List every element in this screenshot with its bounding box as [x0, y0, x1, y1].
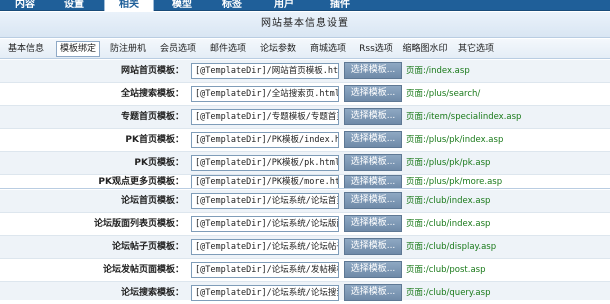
- form-row-site-index: 网站首页模板： [@TemplateDir]/网站首页模板.html 选择模板.…: [0, 60, 610, 83]
- select-template-button[interactable]: 选择模板...: [344, 284, 402, 301]
- select-template-button[interactable]: 选择模板...: [344, 215, 402, 232]
- settings-subtabs: 基本信息 模板绑定 防注册机 会员选项 邮件选项 论坛参数 商城选项 Rss选项…: [0, 39, 610, 59]
- subtab-mail-options[interactable]: 邮件选项: [206, 41, 250, 57]
- field-label: 论坛首页模板：: [120, 196, 184, 206]
- top-tab-model[interactable]: 模型: [162, 0, 202, 11]
- section-divider: [0, 188, 610, 189]
- club-board-list-template-input[interactable]: [@TemplateDir]/论坛系统/论坛版面列: [191, 216, 339, 232]
- pk-index-template-input[interactable]: [@TemplateDir]/PK模板/index.html: [191, 132, 339, 148]
- club-index-template-input[interactable]: [@TemplateDir]/论坛系统/论坛首页模: [191, 193, 339, 209]
- form-row-club-post: 论坛发帖页面模板： [@TemplateDir]/论坛系统/发帖模板.h 选择模…: [0, 259, 610, 282]
- select-template-button[interactable]: 选择模板...: [344, 154, 402, 171]
- top-tab-labels[interactable]: 标签: [212, 0, 252, 11]
- select-template-button[interactable]: 选择模板...: [344, 175, 402, 189]
- form-row-club-display: 论坛帖子页模板： [@TemplateDir]/论坛系统/论坛帖子页 选择模板.…: [0, 236, 610, 259]
- top-tab-settings[interactable]: 设置: [54, 0, 94, 11]
- subtab-other-options[interactable]: 其它选项: [454, 41, 498, 57]
- top-tab-plugins[interactable]: 插件: [318, 0, 362, 11]
- subtab-template-binding[interactable]: 模板绑定: [56, 41, 100, 57]
- subtab-member-options[interactable]: 会员选项: [156, 41, 200, 57]
- form-row-club-index: 论坛首页模板： [@TemplateDir]/论坛系统/论坛首页模 选择模板..…: [0, 190, 610, 213]
- field-label: 全站搜索模板：: [120, 89, 184, 99]
- page-path-text: 页面:/club/query.asp: [406, 288, 491, 298]
- template-binding-form: 网站首页模板： [@TemplateDir]/网站首页模板.html 选择模板.…: [0, 60, 610, 301]
- special-index-template-input[interactable]: [@TemplateDir]/专题模板/专题首页模: [191, 109, 339, 125]
- page-path-text: 页面:/club/index.asp: [406, 219, 491, 229]
- select-template-button[interactable]: 选择模板...: [344, 238, 402, 255]
- top-tab-users[interactable]: 用户: [262, 0, 306, 11]
- select-template-button[interactable]: 选择模板...: [344, 192, 402, 209]
- field-label: 论坛版面列表页模板：: [93, 219, 184, 229]
- select-template-button[interactable]: 选择模板...: [344, 131, 402, 148]
- page-path-text: 页面:/item/specialindex.asp: [406, 112, 522, 122]
- subtab-shop-options[interactable]: 商城选项: [306, 41, 350, 57]
- field-label: 专题首页模板：: [120, 112, 184, 122]
- subtab-basic-info[interactable]: 基本信息: [4, 41, 48, 57]
- top-tab-content[interactable]: 内容: [6, 0, 44, 11]
- subtab-forum-params[interactable]: 论坛参数: [256, 41, 300, 57]
- field-label: 论坛帖子页模板：: [111, 242, 184, 252]
- page-path-text: 页面:/plus/search/: [406, 89, 481, 99]
- club-display-template-input[interactable]: [@TemplateDir]/论坛系统/论坛帖子页: [191, 239, 339, 255]
- select-template-button[interactable]: 选择模板...: [344, 85, 402, 102]
- form-row-pk-more: PK观点更多页模板： [@TemplateDir]/PK模板/more.html…: [0, 175, 610, 189]
- pk-page-template-input[interactable]: [@TemplateDir]/PK模板/pk.html: [191, 155, 339, 171]
- page-path-text: 页面:/club/index.asp: [406, 196, 491, 206]
- field-label: PK首页模板：: [125, 135, 184, 145]
- top-navigation: 内容 设置 相关 模型 标签 用户 插件: [0, 0, 610, 11]
- club-post-template-input[interactable]: [@TemplateDir]/论坛系统/发帖模板.h: [191, 262, 339, 278]
- field-label: 网站首页模板：: [120, 66, 184, 76]
- page-path-text: 页面:/index.asp: [406, 66, 470, 76]
- select-template-button[interactable]: 选择模板...: [344, 108, 402, 125]
- form-row-special-index: 专题首页模板： [@TemplateDir]/专题模板/专题首页模 选择模板..…: [0, 106, 610, 129]
- club-query-template-input[interactable]: [@TemplateDir]/论坛系统/论坛搜索模: [191, 285, 339, 301]
- pk-more-template-input[interactable]: [@TemplateDir]/PK模板/more.html: [191, 175, 339, 189]
- page-path-text: 页面:/club/post.asp: [406, 265, 486, 275]
- form-row-pk-index: PK首页模板： [@TemplateDir]/PK模板/index.html 选…: [0, 129, 610, 152]
- subtab-rss-options[interactable]: Rss选项: [356, 41, 396, 57]
- select-template-button[interactable]: 选择模板...: [344, 261, 402, 278]
- field-label: 论坛搜索模板：: [120, 288, 184, 298]
- site-search-template-input[interactable]: [@TemplateDir]/全站搜索页.html: [191, 86, 339, 102]
- select-template-button[interactable]: 选择模板...: [344, 62, 402, 79]
- top-tab-related[interactable]: 相关: [104, 0, 154, 11]
- subtab-anti-bot[interactable]: 防注册机: [106, 41, 150, 57]
- page-path-text: 页面:/club/display.asp: [406, 242, 497, 252]
- site-index-template-input[interactable]: [@TemplateDir]/网站首页模板.html: [191, 63, 339, 79]
- form-row-site-search: 全站搜索模板： [@TemplateDir]/全站搜索页.html 选择模板..…: [0, 83, 610, 106]
- page-path-text: 页面:/plus/pk/index.asp: [406, 135, 504, 145]
- subtab-thumbnail-watermark[interactable]: 缩略图水印: [400, 41, 450, 57]
- page-title: 网站基本信息设置: [0, 12, 610, 38]
- form-row-club-board-list: 论坛版面列表页模板： [@TemplateDir]/论坛系统/论坛版面列 选择模…: [0, 213, 610, 236]
- form-row-club-query: 论坛搜索模板： [@TemplateDir]/论坛系统/论坛搜索模 选择模板..…: [0, 282, 610, 301]
- field-label: 论坛发帖页面模板：: [102, 265, 184, 275]
